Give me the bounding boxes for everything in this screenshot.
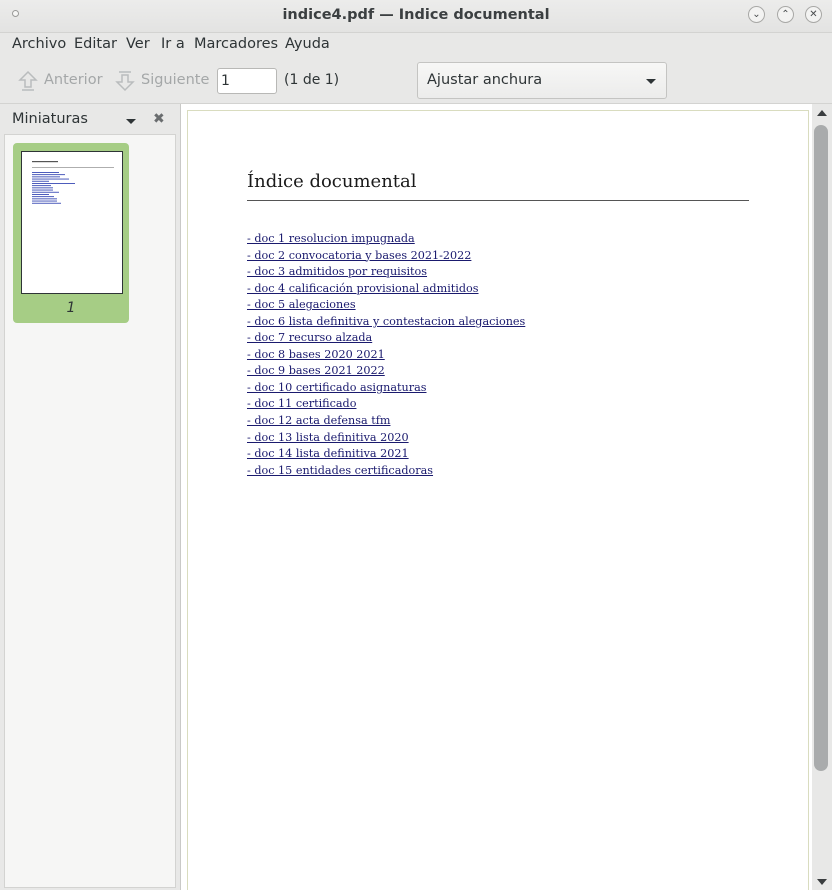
page-count-label: (1 de 1) <box>284 72 340 88</box>
menu-marcadores[interactable]: Marcadores <box>194 36 278 52</box>
arrow-up-icon <box>18 70 38 91</box>
chevron-up-icon: ⌃ <box>781 9 790 20</box>
dropdown-arrow-icon <box>646 79 656 84</box>
thumbnail-list: 1 <box>4 134 176 888</box>
scroll-up-icon[interactable] <box>817 110 827 116</box>
close-window-button[interactable]: ✕ <box>805 6 822 23</box>
doc-link-14[interactable]: - doc 14 lista definitiva 2021 <box>247 446 525 463</box>
doc-link-7[interactable]: - doc 7 recurso alzada <box>247 330 525 347</box>
chevron-down-icon: ⌄ <box>752 9 761 20</box>
vertical-scrollbar[interactable] <box>812 104 832 890</box>
next-page-button[interactable]: Siguiente <box>114 70 209 92</box>
doc-link-1[interactable]: - doc 1 resolucion impugnada <box>247 231 525 248</box>
previous-page-button[interactable]: Anterior <box>17 70 107 92</box>
doc-link-3[interactable]: - doc 3 admitidos por requisitos <box>247 264 525 281</box>
thumbnail-item[interactable]: 1 <box>13 143 129 323</box>
doc-link-10[interactable]: - doc 10 certificado asignaturas <box>247 380 525 397</box>
doc-link-8[interactable]: - doc 8 bases 2020 2021 <box>247 347 525 364</box>
previous-page-label: Anterior <box>44 72 103 88</box>
doc-link-6[interactable]: - doc 6 lista definitiva y contestacion … <box>247 314 525 331</box>
menu-ver[interactable]: Ver <box>126 36 150 52</box>
minimize-button[interactable]: ⌄ <box>748 6 765 23</box>
zoom-select[interactable]: Ajustar anchura <box>417 62 667 99</box>
next-page-label: Siguiente <box>141 72 210 88</box>
close-sidebar-icon[interactable]: ✖ <box>153 111 165 127</box>
sidebar: Miniaturas ✖ 1 <box>0 104 180 890</box>
doc-link-11[interactable]: - doc 11 certificado <box>247 396 525 413</box>
arrow-down-icon <box>115 71 135 92</box>
maximize-button[interactable]: ⌃ <box>777 6 794 23</box>
thumbnail-page-preview <box>21 151 123 294</box>
sidebar-mode-dropdown-icon[interactable] <box>126 119 136 124</box>
page-number-input[interactable] <box>217 68 277 94</box>
menu-archivo[interactable]: Archivo <box>12 36 66 52</box>
menu-ir-a[interactable]: Ir a <box>161 36 185 52</box>
thumbnail-page-number: 1 <box>66 300 76 316</box>
doc-link-2[interactable]: - doc 2 convocatoria y bases 2021-2022 <box>247 248 525 265</box>
doc-link-13[interactable]: - doc 13 lista definitiva 2020 <box>247 430 525 447</box>
doc-link-9[interactable]: - doc 9 bases 2021 2022 <box>247 363 525 380</box>
menu-bar: Archivo Editar Ver Ir a Marcadores Ayuda <box>0 33 832 58</box>
title-bar: indice4.pdf — Indice documental ⌄ ⌃ ✕ <box>0 0 832 33</box>
document-link-list: - doc 1 resolucion impugnada - doc 2 con… <box>247 231 525 479</box>
window-title: indice4.pdf — Indice documental <box>282 7 550 23</box>
scroll-down-icon[interactable] <box>817 879 827 885</box>
scrollbar-thumb[interactable] <box>814 125 828 771</box>
pdf-page: Índice documental - doc 1 resolucion imp… <box>187 110 809 890</box>
document-viewer[interactable]: Índice documental - doc 1 resolucion imp… <box>180 104 832 890</box>
doc-link-4[interactable]: - doc 4 calificación provisional admitid… <box>247 281 525 298</box>
title-divider <box>247 200 749 201</box>
document-title: Índice documental <box>247 171 417 192</box>
toolbar: Anterior Siguiente <box>0 58 832 104</box>
doc-link-5[interactable]: - doc 5 alegaciones <box>247 297 525 314</box>
sidebar-mode-label[interactable]: Miniaturas <box>12 111 88 127</box>
close-icon: ✕ <box>809 9 818 20</box>
menu-editar[interactable]: Editar <box>74 36 117 52</box>
doc-link-12[interactable]: - doc 12 acta defensa tfm <box>247 413 525 430</box>
doc-link-15[interactable]: - doc 15 entidades certificadoras <box>247 463 525 480</box>
thumbnail-preview-image <box>32 161 114 204</box>
menu-ayuda[interactable]: Ayuda <box>285 36 330 52</box>
zoom-select-value: Ajustar anchura <box>427 72 543 88</box>
